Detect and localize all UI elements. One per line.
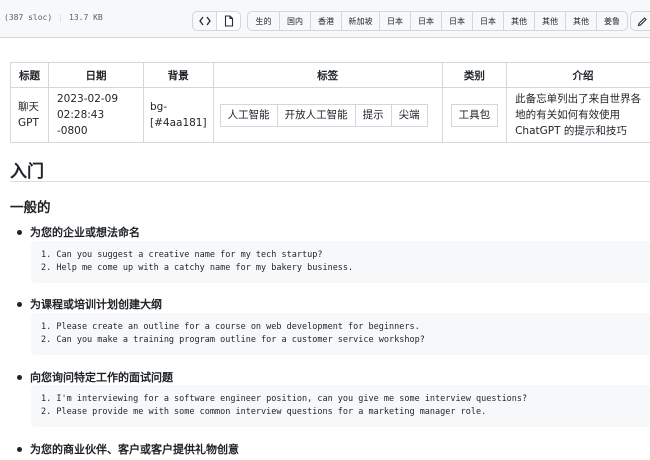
list-item: 向您询问特定工作的面试问题: [17, 369, 173, 385]
tag-tips: 尖端: [390, 103, 428, 127]
cell-date: 2023-02-09 02:28:43 -0800: [48, 87, 144, 143]
file-size: 13.7 KB: [69, 13, 103, 22]
tab-japan-3[interactable]: 日本: [441, 12, 472, 30]
bullet-icon: [17, 446, 22, 452]
cell-tags: 人工智能 开放人工智能 提示 尖端: [212, 87, 443, 143]
tab-japan-2[interactable]: 日本: [410, 12, 441, 30]
header-title: 标题: [10, 62, 49, 88]
table-row: 聊天GPT 2023-02-09 02:28:43 -0800 bg-[#4aa…: [10, 87, 650, 143]
heading-general: 一般的: [10, 200, 51, 216]
sloc-count: (387 sloc): [4, 13, 53, 22]
cell-category: 工具包: [441, 87, 508, 143]
code-block: 1. Please create an outline for a course…: [31, 313, 650, 355]
cell-title: 聊天GPT: [10, 87, 49, 143]
mirror-tabs: 生的 国内 香港 新加坡 日本 日本 日本 日本 其他 其他 其他 姜鲁: [247, 11, 628, 31]
pencil-icon: [637, 16, 647, 26]
code-line: 2. Help me come up with a catchy name fo…: [41, 263, 354, 273]
table-header-row: 标题 日期 背景 标签 类别 介绍: [10, 62, 650, 88]
code-line: 2. Please provide me with some common in…: [41, 407, 487, 417]
list-item-title: 向您询问特定工作的面试问题: [30, 371, 173, 384]
code-line: 1. Please create an outline for a course…: [41, 322, 420, 332]
tab-japan-4[interactable]: 日本: [472, 12, 503, 30]
code-block: 1. I'm interviewing for a software engin…: [31, 385, 650, 427]
heading-divider: [10, 181, 650, 182]
raw-view-button[interactable]: [216, 11, 241, 31]
list-item: 为您的商业伙伴、客户或客户提供礼物创意: [17, 441, 239, 457]
code-view-button[interactable]: [192, 11, 217, 31]
code-icon: [198, 16, 211, 26]
header-category: 类别: [441, 62, 508, 88]
file-icon: [224, 15, 233, 27]
frontmatter-table: 标题 日期 背景 标签 类别 介绍 聊天GPT 2023-02-09 02:28…: [10, 62, 650, 143]
tab-japan-1[interactable]: 日本: [379, 12, 410, 30]
code-block: 1. Can you suggest a creative name for m…: [31, 241, 650, 283]
code-line: 2. Can you make a training program outli…: [41, 335, 425, 345]
list-item-title: 为您的企业或想法命名: [30, 226, 140, 239]
tab-other-1[interactable]: 其他: [503, 12, 534, 30]
edit-button[interactable]: [630, 11, 650, 31]
category-tag: 工具包: [450, 103, 499, 127]
list-item-title: 为课程或培训计划创建大纲: [30, 298, 162, 311]
tag-prompt: 提示: [354, 103, 392, 127]
tab-singapore[interactable]: 新加坡: [341, 12, 379, 30]
list-item: 为课程或培训计划创建大纲: [17, 296, 162, 312]
tab-other-2[interactable]: 其他: [534, 12, 565, 30]
meta-divider: |: [58, 13, 63, 22]
cell-background: bg-[#4aa181]: [143, 87, 214, 143]
tab-raw[interactable]: 生的: [248, 12, 279, 30]
tag-openai: 开放人工智能: [276, 103, 356, 127]
tab-last[interactable]: 姜鲁: [596, 12, 627, 30]
header-date: 日期: [48, 62, 144, 88]
list-item: 为您的企业或想法命名: [17, 224, 140, 240]
list-item-title: 为您的商业伙伴、客户或客户提供礼物创意: [30, 443, 239, 456]
cell-intro: 此备忘单列出了来自世界各地的有关如何有效使用 ChatGPT 的提示和技巧: [506, 87, 650, 143]
header-tags: 标签: [212, 62, 443, 88]
heading-getting-started: 入门: [10, 162, 44, 182]
tab-hongkong[interactable]: 香港: [310, 12, 341, 30]
tag-ai: 人工智能: [219, 103, 278, 127]
header-background: 背景: [143, 62, 214, 88]
tab-domestic[interactable]: 国内: [279, 12, 310, 30]
bullet-icon: [17, 229, 22, 235]
bullet-icon: [17, 301, 22, 307]
file-meta: (387 sloc) | 13.7 KB: [4, 13, 103, 22]
bullet-icon: [17, 374, 22, 380]
header-intro: 介绍: [506, 62, 650, 88]
tag-list: 人工智能 开放人工智能 提示 尖端: [219, 103, 436, 127]
file-toolbar: (387 sloc) | 13.7 KB 生的 国内 香港 新加坡 日本 日本 日本…: [0, 0, 650, 38]
code-line: 1. Can you suggest a creative name for m…: [41, 250, 323, 260]
code-line: 1. I'm interviewing for a software engin…: [41, 394, 528, 404]
tab-other-3[interactable]: 其他: [565, 12, 596, 30]
